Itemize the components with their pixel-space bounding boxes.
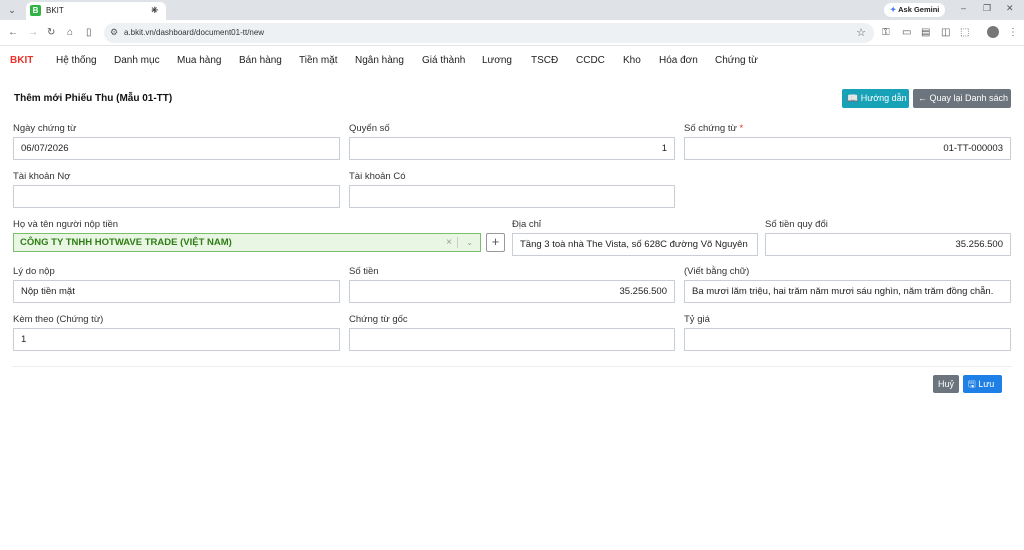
floppy-disk-icon: 🖫 xyxy=(968,379,976,389)
so-chung-tu-label-text: Số chứng từ xyxy=(684,123,737,134)
app-navbar: BKIT Hệ thống Danh mục Mua hàng Bán hàng… xyxy=(0,46,1024,76)
so-tien-quy-doi-input[interactable]: 35.256.500 xyxy=(765,233,1011,256)
add-payer-button[interactable]: + xyxy=(486,233,505,252)
select-separator xyxy=(457,237,458,248)
more-menu-icon[interactable]: ⋮ xyxy=(1008,27,1018,38)
browser-toolbar: ← → ↻ ⌂ ▯ ⚙ a.bkit.vn/dashboard/document… xyxy=(0,20,1024,46)
menu-tscd[interactable]: TSCĐ xyxy=(531,55,558,66)
form-divider xyxy=(12,366,1012,367)
menu-ccdc[interactable]: CCDC xyxy=(576,55,605,66)
ly-do-nop-input[interactable]: Nộp tiền mặt xyxy=(13,280,340,303)
so-tien-label: Số tiền xyxy=(349,266,379,277)
tai-khoan-no-input[interactable] xyxy=(13,185,340,208)
ngay-chung-tu-label: Ngày chứng từ xyxy=(13,123,77,134)
browser-tab[interactable]: B BKIT ✕ xyxy=(26,2,166,20)
tai-khoan-no-label: Tài khoản Nợ xyxy=(13,171,71,182)
tai-khoan-co-input[interactable] xyxy=(349,185,675,208)
menu-kho[interactable]: Kho xyxy=(623,55,641,66)
plus-icon: + xyxy=(491,234,500,249)
tab-list-icon[interactable]: ⌄ xyxy=(6,4,18,16)
quyen-so-input[interactable]: 1 xyxy=(349,137,675,160)
menu-ngan-hang[interactable]: Ngân hàng xyxy=(355,55,404,66)
tab-title: BKIT xyxy=(46,6,64,15)
split-view-icon[interactable]: ◫ xyxy=(941,27,950,38)
password-key-icon[interactable]: ⚿ xyxy=(882,27,890,38)
tai-khoan-co-label: Tài khoản Có xyxy=(349,171,406,182)
book-icon: 📖 xyxy=(847,93,859,103)
clear-icon[interactable]: × xyxy=(446,234,452,251)
kem-theo-input[interactable]: 1 xyxy=(13,328,340,351)
menu-he-thong[interactable]: Hệ thống xyxy=(56,55,97,66)
forward-arrow-icon[interactable]: → xyxy=(28,27,38,38)
arrow-left-icon: ← xyxy=(918,93,927,103)
menu-danh-muc[interactable]: Danh mục xyxy=(114,55,160,66)
back-arrow-icon[interactable]: ← xyxy=(8,27,18,38)
home-icon[interactable]: ⌂ xyxy=(67,27,73,38)
nguoi-nop-label: Họ và tên người nộp tiền xyxy=(13,219,119,230)
gemini-icon: ✦ xyxy=(890,5,897,14)
reading-mode-icon[interactable]: ▤ xyxy=(921,27,930,38)
back-button-label: Quay lại Danh sách xyxy=(929,93,1009,103)
chung-tu-goc-input[interactable] xyxy=(349,328,675,351)
nguoi-nop-select[interactable]: CÔNG TY TNHH HOTWAVE TRADE (VIỆT NAM) × … xyxy=(13,233,481,252)
chevron-down-icon[interactable]: ⌄ xyxy=(466,234,473,251)
sidebar-icon[interactable]: ▯ xyxy=(86,27,92,38)
restore-icon[interactable]: ❐ xyxy=(983,3,991,14)
new-tab-icon[interactable]: + xyxy=(151,2,159,17)
ly-do-nop-label: Lý do nộp xyxy=(13,266,55,277)
chung-tu-goc-label: Chứng từ gốc xyxy=(349,314,408,325)
ngay-chung-tu-input[interactable]: 06/07/2026 xyxy=(13,137,340,160)
address-bar[interactable]: ⚙ a.bkit.vn/dashboard/document01-tt/new … xyxy=(104,23,874,43)
menu-tien-mat[interactable]: Tiền mặt xyxy=(299,55,338,66)
guide-button-label: Hướng dẫn xyxy=(860,93,907,103)
menu-ban-hang[interactable]: Bán hàng xyxy=(239,55,282,66)
card-icon[interactable]: ▭ xyxy=(902,27,911,38)
ty-gia-label: Tỷ giá xyxy=(684,314,710,325)
url-text: a.bkit.vn/dashboard/document01-tt/new xyxy=(124,28,265,37)
cancel-button[interactable]: Huỷ xyxy=(933,375,959,393)
quyen-so-label: Quyển số xyxy=(349,123,390,134)
save-button[interactable]: 🖫 Lưu xyxy=(963,375,1002,393)
ty-gia-input[interactable] xyxy=(684,328,1011,351)
menu-chung-tu[interactable]: Chứng từ xyxy=(715,55,758,66)
browser-tabstrip: ⌄ B BKIT ✕ + ✦ Ask Gemini – ❐ ✕ xyxy=(0,0,1024,20)
site-info-icon[interactable]: ⚙ xyxy=(110,27,118,38)
viet-bang-chu-label: (Viết bằng chữ) xyxy=(684,266,750,277)
minimize-icon[interactable]: – xyxy=(961,3,966,13)
window-close-icon[interactable]: ✕ xyxy=(1006,3,1014,14)
menu-gia-thanh[interactable]: Giá thành xyxy=(422,55,465,66)
so-chung-tu-label: Số chứng từ * xyxy=(684,123,743,134)
so-chung-tu-input[interactable]: 01-TT-000003 xyxy=(684,137,1011,160)
guide-button[interactable]: 📖 Hướng dẫn xyxy=(842,89,909,108)
menu-luong[interactable]: Lương xyxy=(482,55,512,66)
so-tien-input[interactable]: 35.256.500 xyxy=(349,280,675,303)
menu-hoa-don[interactable]: Hóa đơn xyxy=(659,55,698,66)
dia-chi-input[interactable]: Tầng 3 toà nhà The Vista, số 628C đường … xyxy=(512,233,758,256)
tab-favicon: B xyxy=(30,5,41,16)
dia-chi-label: Địa chỉ xyxy=(512,219,542,230)
viet-bang-chu-input[interactable]: Ba mươi lăm triệu, hai trăm năm mươi sáu… xyxy=(684,280,1011,303)
gemini-label: Ask Gemini xyxy=(898,5,940,14)
bookmark-star-icon[interactable]: ☆ xyxy=(856,26,866,39)
back-to-list-button[interactable]: ← Quay lại Danh sách xyxy=(913,89,1011,108)
nguoi-nop-value: CÔNG TY TNHH HOTWAVE TRADE (VIỆT NAM) xyxy=(20,237,232,248)
page-title: Thêm mới Phiếu Thu (Mẫu 01-TT) xyxy=(14,93,173,104)
menu-mua-hang[interactable]: Mua hàng xyxy=(177,55,221,66)
ask-gemini-button[interactable]: ✦ Ask Gemini xyxy=(884,3,946,17)
kem-theo-label: Kèm theo (Chứng từ) xyxy=(13,314,104,325)
save-button-label: Lưu xyxy=(978,379,995,389)
reload-icon[interactable]: ↻ xyxy=(47,27,55,38)
brand-logo[interactable]: BKIT xyxy=(10,55,33,66)
profile-avatar[interactable] xyxy=(987,26,999,38)
so-tien-quy-doi-label: Số tiền quy đổi xyxy=(765,219,828,230)
required-mark: * xyxy=(739,123,744,134)
extensions-icon[interactable]: ⬚ xyxy=(960,27,969,38)
